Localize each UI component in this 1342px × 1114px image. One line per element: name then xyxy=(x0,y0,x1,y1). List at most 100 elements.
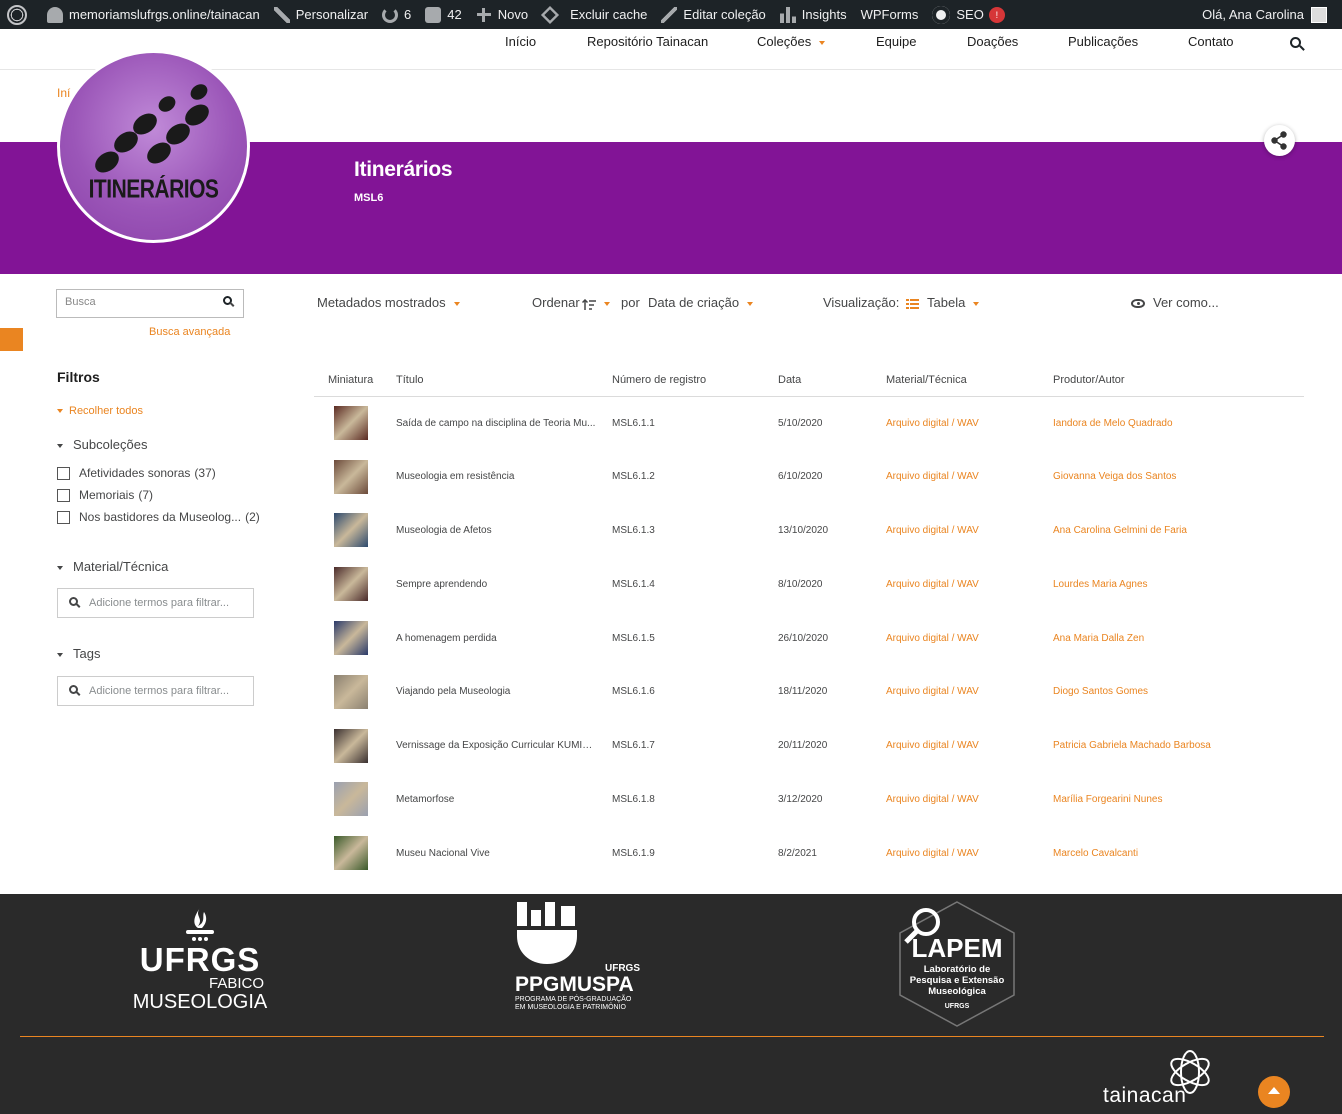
item-material-link[interactable]: Arquivo digital / WAV xyxy=(872,396,1039,450)
filter-material-toggle[interactable]: Material/Técnica xyxy=(57,559,168,574)
search-icon[interactable] xyxy=(1290,37,1301,48)
checkbox[interactable] xyxy=(57,510,70,524)
sort-order-dropdown[interactable]: Ordenar xyxy=(532,295,610,311)
displayed-metadata-dropdown[interactable]: Metadados mostrados xyxy=(317,295,460,310)
table-row[interactable]: Museologia de Afetos MSL6.1.3 13/10/2020 Ar… xyxy=(314,504,1304,558)
subcollection-option[interactable]: Afetividades sonoras (37) xyxy=(57,466,216,480)
nav-colecoes[interactable]: Coleções xyxy=(757,34,826,49)
item-material-link[interactable]: Arquivo digital / WAV xyxy=(872,826,1039,880)
table-row[interactable]: Vernissage da Exposição Curricular KUMIA… xyxy=(314,719,1304,773)
thumbnail-image[interactable] xyxy=(334,674,368,709)
tainacan-logo[interactable]: tainacan xyxy=(1100,1046,1220,1108)
item-author-link[interactable]: Ana Carolina Gelmini de Faria xyxy=(1039,504,1304,558)
table-row[interactable]: A homenagem perdida MSL6.1.5 26/10/2020 Arq… xyxy=(314,611,1304,665)
wpforms-link[interactable]: WPForms xyxy=(854,0,926,29)
nav-publicacoes[interactable]: Publicações xyxy=(1068,34,1138,49)
item-material-link[interactable]: Arquivo digital / WAV xyxy=(872,773,1039,827)
item-author-link[interactable]: Marcelo Cavalcanti xyxy=(1039,826,1304,880)
thumbnail-image[interactable] xyxy=(334,567,368,602)
item-date: 6/10/2020 xyxy=(778,471,823,483)
item-material-link[interactable]: Arquivo digital / WAV xyxy=(872,557,1039,611)
nav-doacoes[interactable]: Doações xyxy=(967,34,1018,49)
table-row[interactable]: Viajando pela Museologia MSL6.1.6 18/11/20… xyxy=(314,665,1304,719)
table-row[interactable]: Saída de campo na disciplina de Teoria M… xyxy=(314,396,1304,450)
thumbnail-image[interactable] xyxy=(334,406,368,441)
item-material-link[interactable]: Arquivo digital / WAV xyxy=(872,611,1039,665)
search-input[interactable] xyxy=(65,296,215,308)
item-thumbnail xyxy=(314,557,382,611)
clear-cache-link[interactable]: Excluir cache xyxy=(535,0,654,29)
thumbnail-image[interactable] xyxy=(334,459,368,494)
checkbox[interactable] xyxy=(57,466,70,480)
thumbnail-image[interactable] xyxy=(334,728,368,763)
thumbnail-image[interactable] xyxy=(334,513,368,548)
user-greeting: Olá, Ana Carolina xyxy=(1202,7,1304,22)
view-mode-label: Visualização: xyxy=(823,295,900,310)
filter-subcollections-label: Subcoleções xyxy=(73,437,148,452)
subcollection-option[interactable]: Memoriais (7) xyxy=(57,488,153,502)
search-icon[interactable] xyxy=(223,296,232,305)
item-author-link[interactable]: Lourdes Maria Agnes xyxy=(1039,557,1304,611)
item-author-link[interactable]: Diogo Santos Gomes xyxy=(1039,665,1304,719)
site-name-menu[interactable]: memoriamslufrgs.online/tainacan xyxy=(40,0,267,29)
material-filter-box xyxy=(57,588,254,618)
subcollection-option[interactable]: Nos bastidores da Museolog... (2) xyxy=(57,510,260,524)
nav-colecoes-label: Coleções xyxy=(757,34,812,49)
share-button[interactable] xyxy=(1264,125,1295,156)
collapse-all-button[interactable]: Recolher todos xyxy=(57,405,143,417)
thumbnail-image[interactable] xyxy=(334,782,368,817)
item-material-link[interactable]: Arquivo digital / WAV xyxy=(872,504,1039,558)
updates-link[interactable]: 6 xyxy=(375,0,418,29)
edit-collection-link[interactable]: Editar coleção xyxy=(654,0,772,29)
wp-logo-menu[interactable] xyxy=(0,0,40,29)
insights-link[interactable]: Insights xyxy=(773,0,854,29)
checkbox[interactable] xyxy=(57,488,70,502)
item-date: 8/2/2021 xyxy=(778,847,817,859)
item-author-link[interactable]: Ana Maria Dalla Zen xyxy=(1039,611,1304,665)
seo-menu[interactable]: SEO! xyxy=(925,0,1011,29)
item-title: Viajando pela Museologia xyxy=(396,686,511,698)
customize-label: Personalizar xyxy=(295,7,369,22)
filters-toggle-tab[interactable] xyxy=(0,328,23,351)
item-author-link[interactable]: Iandora de Melo Quadrado xyxy=(1039,396,1304,450)
item-author-link[interactable]: Giovanna Veiga dos Santos xyxy=(1039,450,1304,504)
item-author-link[interactable]: Patricia Gabriela Machado Barbosa xyxy=(1039,719,1304,773)
search-box xyxy=(56,289,244,318)
table-row[interactable]: Sempre aprendendo MSL6.1.4 8/10/2020 Arquiv… xyxy=(314,557,1304,611)
item-author-link[interactable]: Marília Forgearini Nunes xyxy=(1039,773,1304,827)
material-filter-input[interactable] xyxy=(89,597,244,609)
sort-field-dropdown[interactable]: Data de criação xyxy=(648,295,754,310)
table-row[interactable]: Museologia em resistência MSL6.1.2 6/10/20… xyxy=(314,450,1304,504)
brush-icon xyxy=(273,6,290,23)
ufrgs-fabico-logo[interactable]: UFRGS FABICO MUSEOLOGIA xyxy=(130,906,270,1012)
column-header-thumbnail: Miniatura xyxy=(314,364,382,397)
nav-inicio[interactable]: Início xyxy=(505,34,536,49)
lapem-logo[interactable]: LAPEM Laboratório de Pesquisa e Extensão… xyxy=(898,900,1016,1028)
thumbnail-image[interactable] xyxy=(334,836,368,871)
user-account-menu[interactable]: Olá, Ana Carolina xyxy=(1195,0,1342,29)
customize-link[interactable]: Personalizar xyxy=(267,0,375,29)
bar-chart-icon xyxy=(779,6,796,23)
table-row[interactable]: Metamorfose MSL6.1.8 3/12/2020 Arquivo digi… xyxy=(314,773,1304,827)
view-mode-dropdown[interactable]: Tabela xyxy=(898,295,980,310)
ppgmuspa-logo[interactable]: UFRGS PPGMUSPA PROGRAMA DE PÓS-GRADUAÇÃO… xyxy=(515,900,645,1012)
filter-tags-toggle[interactable]: Tags xyxy=(57,646,100,661)
lapem-text: LAPEM xyxy=(911,933,1003,963)
view-as-button[interactable]: Ver como... xyxy=(1131,295,1219,310)
nav-contato[interactable]: Contato xyxy=(1188,34,1234,49)
table-row[interactable]: Museu Nacional Vive MSL6.1.9 8/2/2021 Arqui… xyxy=(314,826,1304,880)
tags-filter-box xyxy=(57,676,254,706)
tags-filter-input[interactable] xyxy=(89,685,244,697)
view-as-label: Ver como... xyxy=(1153,295,1219,310)
scroll-to-top-button[interactable] xyxy=(1258,1076,1290,1108)
new-content-menu[interactable]: Novo xyxy=(469,0,535,29)
item-material-link[interactable]: Arquivo digital / WAV xyxy=(872,665,1039,719)
advanced-search-link[interactable]: Busca avançada xyxy=(149,326,230,338)
thumbnail-image[interactable] xyxy=(334,621,368,656)
item-material-link[interactable]: Arquivo digital / WAV xyxy=(872,450,1039,504)
filter-subcollections-toggle[interactable]: Subcoleções xyxy=(57,437,147,452)
comments-link[interactable]: 42 xyxy=(418,0,468,29)
nav-repositorio[interactable]: Repositório Tainacan xyxy=(587,34,708,49)
item-material-link[interactable]: Arquivo digital / WAV xyxy=(872,719,1039,773)
nav-equipe[interactable]: Equipe xyxy=(876,34,916,49)
